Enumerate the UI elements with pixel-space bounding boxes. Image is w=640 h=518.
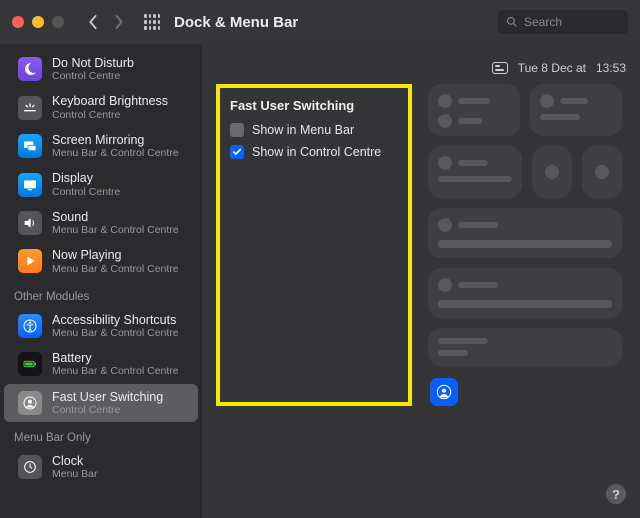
control-centre-menubar-icon — [492, 62, 508, 74]
keyboard-brightness-icon — [18, 96, 42, 120]
search-input[interactable]: Search — [498, 10, 628, 34]
sidebar-item-fast-user-switching[interactable]: Fast User Switching Control Centre — [4, 384, 198, 422]
checkbox-checked-icon — [230, 145, 244, 159]
close-window-button[interactable] — [12, 16, 24, 28]
display-icon — [18, 173, 42, 197]
preview-card — [532, 146, 572, 198]
user-switch-icon — [18, 391, 42, 415]
minimize-window-button[interactable] — [32, 16, 44, 28]
show-in-menubar-checkbox[interactable]: Show in Menu Bar — [230, 123, 392, 137]
sidebar-section-other: Other Modules — [0, 281, 202, 307]
titlebar: Dock & Menu Bar Search — [0, 0, 640, 44]
zoom-window-button[interactable] — [52, 16, 64, 28]
settings-group-highlighted: Fast User Switching Show in Menu Bar Sho… — [216, 84, 412, 406]
sidebar-item-display[interactable]: Display Control Centre — [4, 165, 198, 203]
screen-mirroring-icon — [18, 134, 42, 158]
menubar-date: Tue 8 Dec at — [518, 61, 586, 75]
show-in-control-centre-checkbox[interactable]: Show in Control Centre — [230, 145, 392, 159]
back-button[interactable] — [82, 11, 104, 33]
main-pane: Tue 8 Dec at 13:53 Fast User Switching S… — [202, 44, 640, 518]
preview-menubar: Tue 8 Dec at 13:53 — [216, 58, 626, 78]
sidebar-item-now-playing[interactable]: Now Playing Menu Bar & Control Centre — [4, 242, 198, 280]
preview-card — [428, 268, 622, 318]
window-controls — [12, 16, 64, 28]
sidebar-item-battery[interactable]: Battery Menu Bar & Control Centre — [4, 345, 198, 383]
sidebar-item-accessibility[interactable]: Accessibility Shortcuts Menu Bar & Contr… — [4, 307, 198, 345]
preview-card — [582, 146, 622, 198]
moon-icon — [18, 57, 42, 81]
preview-card — [428, 208, 622, 258]
search-placeholder: Search — [524, 15, 562, 29]
show-in-control-centre-label: Show in Control Centre — [252, 145, 381, 159]
show-all-prefs-button[interactable] — [144, 14, 160, 30]
play-icon — [18, 249, 42, 273]
checkbox-unchecked-icon — [230, 123, 244, 137]
sidebar-item-sound[interactable]: Sound Menu Bar & Control Centre — [4, 204, 198, 242]
sidebar-item-do-not-disturb[interactable]: Do Not Disturb Control Centre — [4, 50, 198, 88]
search-icon — [506, 16, 518, 28]
help-button[interactable]: ? — [606, 484, 626, 504]
preview-card — [530, 84, 622, 136]
clock-icon — [18, 455, 42, 479]
sidebar-item-clock[interactable]: Clock Menu Bar — [4, 448, 198, 486]
menubar-time: 13:53 — [596, 61, 626, 75]
window-title: Dock & Menu Bar — [174, 14, 298, 31]
sidebar-item-keyboard-brightness[interactable]: Keyboard Brightness Control Centre — [4, 88, 198, 126]
user-icon — [436, 384, 452, 400]
preview-card — [428, 328, 622, 366]
sound-icon — [18, 211, 42, 235]
control-centre-preview — [428, 84, 622, 406]
show-in-menubar-label: Show in Menu Bar — [252, 123, 354, 137]
accessibility-icon — [18, 314, 42, 338]
pane-title: Fast User Switching — [230, 98, 392, 113]
sidebar-item-screen-mirroring[interactable]: Screen Mirroring Menu Bar & Control Cent… — [4, 127, 198, 165]
sidebar-section-menubar: Menu Bar Only — [0, 422, 202, 448]
sidebar: Do Not Disturb Control Centre Keyboard B… — [0, 44, 202, 518]
preview-card — [428, 84, 520, 136]
preview-card — [428, 146, 522, 198]
forward-button[interactable] — [108, 11, 130, 33]
preview-user-badge — [430, 378, 458, 406]
battery-icon — [18, 352, 42, 376]
